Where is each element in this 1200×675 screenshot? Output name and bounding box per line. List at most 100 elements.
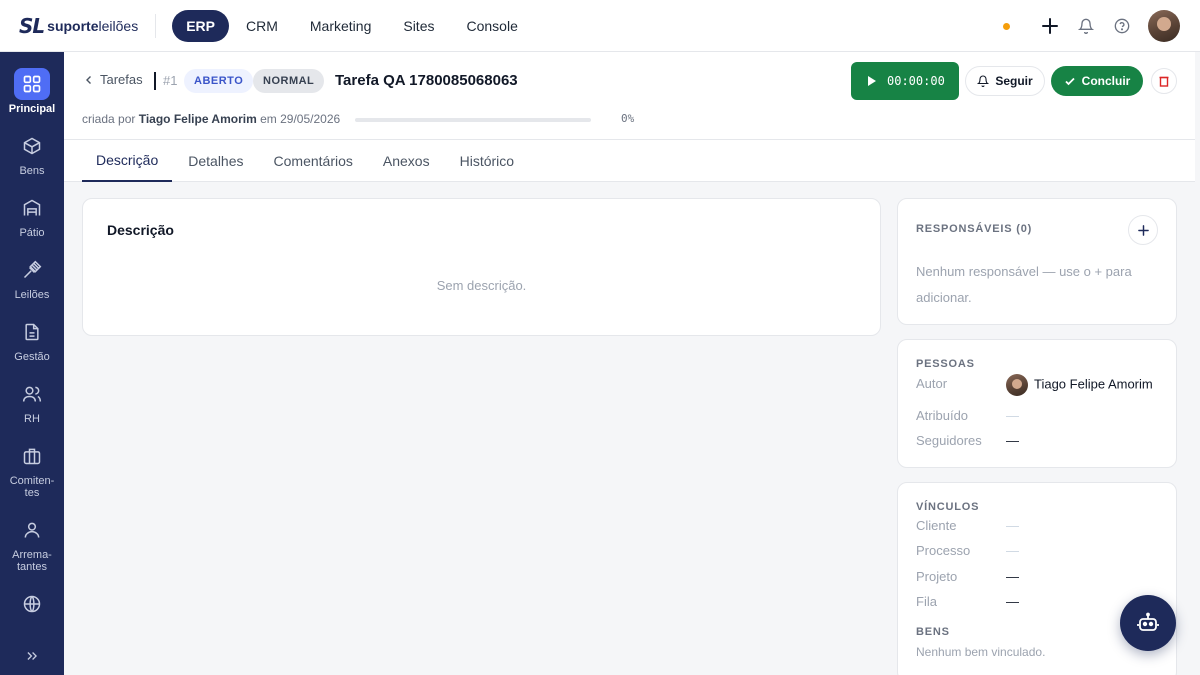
responsaveis-title: RESPONSÁVEIS (0) [916,223,1033,235]
sidebar: Principal Bens Pátio Leilões Gestão RH C… [0,52,64,675]
avatar [1006,374,1028,396]
sidebar-item-label: Comiten-tes [9,475,55,499]
processo-value[interactable]: — [1006,543,1019,558]
divider [154,72,156,90]
sidebar-expand-button[interactable] [0,640,64,672]
sidebar-item-label: Arrema-tantes [12,549,52,573]
bens-empty: Nenhum bem vinculado. [916,645,1046,659]
people-icon [14,378,50,410]
nav-erp[interactable]: ERP [172,9,229,42]
box-icon [14,130,50,162]
autor-label: Autor [916,376,948,391]
seguidores-label: Seguidores [916,433,982,448]
document-icon [14,316,50,348]
sidebar-item-rh[interactable]: RH [0,378,64,425]
atribuido-value[interactable]: — [1006,408,1019,423]
robot-icon [1137,612,1159,631]
created-date: 29/05/2026 [280,112,341,126]
plus-icon[interactable] [1032,8,1068,44]
progress-percent: 0% [621,112,635,125]
bell-icon[interactable] [1068,8,1104,44]
brand-logo[interactable]: SL suporteleilões [0,0,138,52]
follow-label: Seguir [995,74,1033,88]
task-number: #1 [163,73,178,88]
creator-name[interactable]: Tiago Felipe Amorim [139,112,257,126]
chevron-left-icon [86,75,91,84]
complete-button[interactable]: Concluir [1051,66,1143,96]
atribuido-label: Atribuído [916,408,969,423]
responsaveis-empty: Nenhum responsável — use o + para adicio… [916,264,1132,305]
timer-button[interactable]: 00:00:00 [851,62,959,100]
bens-title: BENS [916,626,950,638]
briefcase-icon [14,440,50,472]
back-to-tasks-link[interactable]: Tarefas [84,72,143,87]
sidebar-item-label: Pátio [19,227,45,239]
nav-sites[interactable]: Sites [387,10,450,42]
chevrons-right-icon [14,640,50,672]
top-bar: SL suporteleilões ERP CRM Marketing Site… [0,0,1200,52]
sidebar-item-gestao[interactable]: Gestão [0,316,64,363]
sidebar-item-bens[interactable]: Bens [0,130,64,177]
fila-value: — [1006,594,1019,609]
fila-label: Fila [916,594,937,609]
help-icon[interactable] [1104,8,1140,44]
check-icon [1065,77,1075,86]
timer-value: 00:00:00 [887,74,945,88]
plus-icon [1137,224,1149,236]
sidebar-item-label: Principal [8,103,56,115]
cliente-value[interactable]: — [1006,518,1019,533]
tab-descricao[interactable]: Descrição [82,140,173,182]
sidebar-item-principal[interactable]: Principal [0,68,64,115]
warehouse-icon [14,192,50,224]
tab-historico[interactable]: Histórico [446,140,528,182]
person-icon [14,514,50,546]
task-tabs: Descrição Detalhes Comentários Anexos Hi… [64,140,1195,182]
pessoas-card: PESSOAS Autor Tiago Felipe Amorim Atribu… [897,339,1177,468]
vinculos-title: VÍNCULOS [916,501,980,513]
sidebar-item-label: Gestão [14,351,50,363]
projeto-value: — [1006,569,1019,584]
assistant-button[interactable] [1120,595,1176,651]
delete-button[interactable] [1151,68,1177,94]
created-by-line: criada por Tiago Felipe Amorim em 29/05/… [82,112,341,126]
tab-detalhes[interactable]: Detalhes [174,140,257,182]
pessoas-title: PESSOAS [916,358,975,370]
trash-icon [1159,76,1169,87]
add-responsavel-button[interactable] [1128,215,1158,245]
cliente-label: Cliente [916,518,957,533]
processo-label: Processo [916,543,971,558]
nav-crm[interactable]: CRM [230,10,294,42]
responsaveis-card: RESPONSÁVEIS (0) Nenhum responsável — us… [897,198,1177,325]
autor-value[interactable]: Tiago Felipe Amorim [1006,374,1153,396]
sidebar-item-label: Leilões [14,289,50,301]
priority-badge[interactable]: NORMAL [253,69,325,93]
gavel-icon [14,254,50,286]
description-empty[interactable]: Sem descrição. [83,278,880,293]
sidebar-item-sites[interactable] [0,588,64,620]
top-actions [1003,0,1180,52]
sidebar-item-comitentes[interactable]: Comiten-tes [0,440,64,499]
tab-anexos[interactable]: Anexos [369,140,444,182]
back-label: Tarefas [100,72,143,87]
grid-icon [14,68,50,100]
brand-name: suporteleilões [47,17,139,34]
sidebar-item-leiloes[interactable]: Leilões [0,254,64,301]
tab-comentarios[interactable]: Comentários [260,140,367,182]
page-title: Tarefa QA 1780085068063 [335,72,518,89]
projeto-label: Projeto [916,569,958,584]
sidebar-item-label: Bens [19,165,45,177]
sidebar-item-arrematantes[interactable]: Arrema-tantes [0,514,64,573]
divider [155,13,157,38]
nav-marketing[interactable]: Marketing [294,10,387,42]
top-nav: ERP CRM Marketing Sites Console [172,9,534,42]
follow-button[interactable]: Seguir [965,66,1045,96]
play-icon [868,76,876,86]
globe-icon [14,588,50,620]
nav-console[interactable]: Console [450,10,533,42]
description-card: Descrição Sem descrição. [82,198,881,336]
user-avatar[interactable] [1148,10,1180,42]
seguidores-value: — [1006,433,1019,448]
complete-label: Concluir [1081,74,1131,88]
sidebar-item-patio[interactable]: Pátio [0,192,64,239]
status-badge[interactable]: ABERTO [184,69,254,93]
